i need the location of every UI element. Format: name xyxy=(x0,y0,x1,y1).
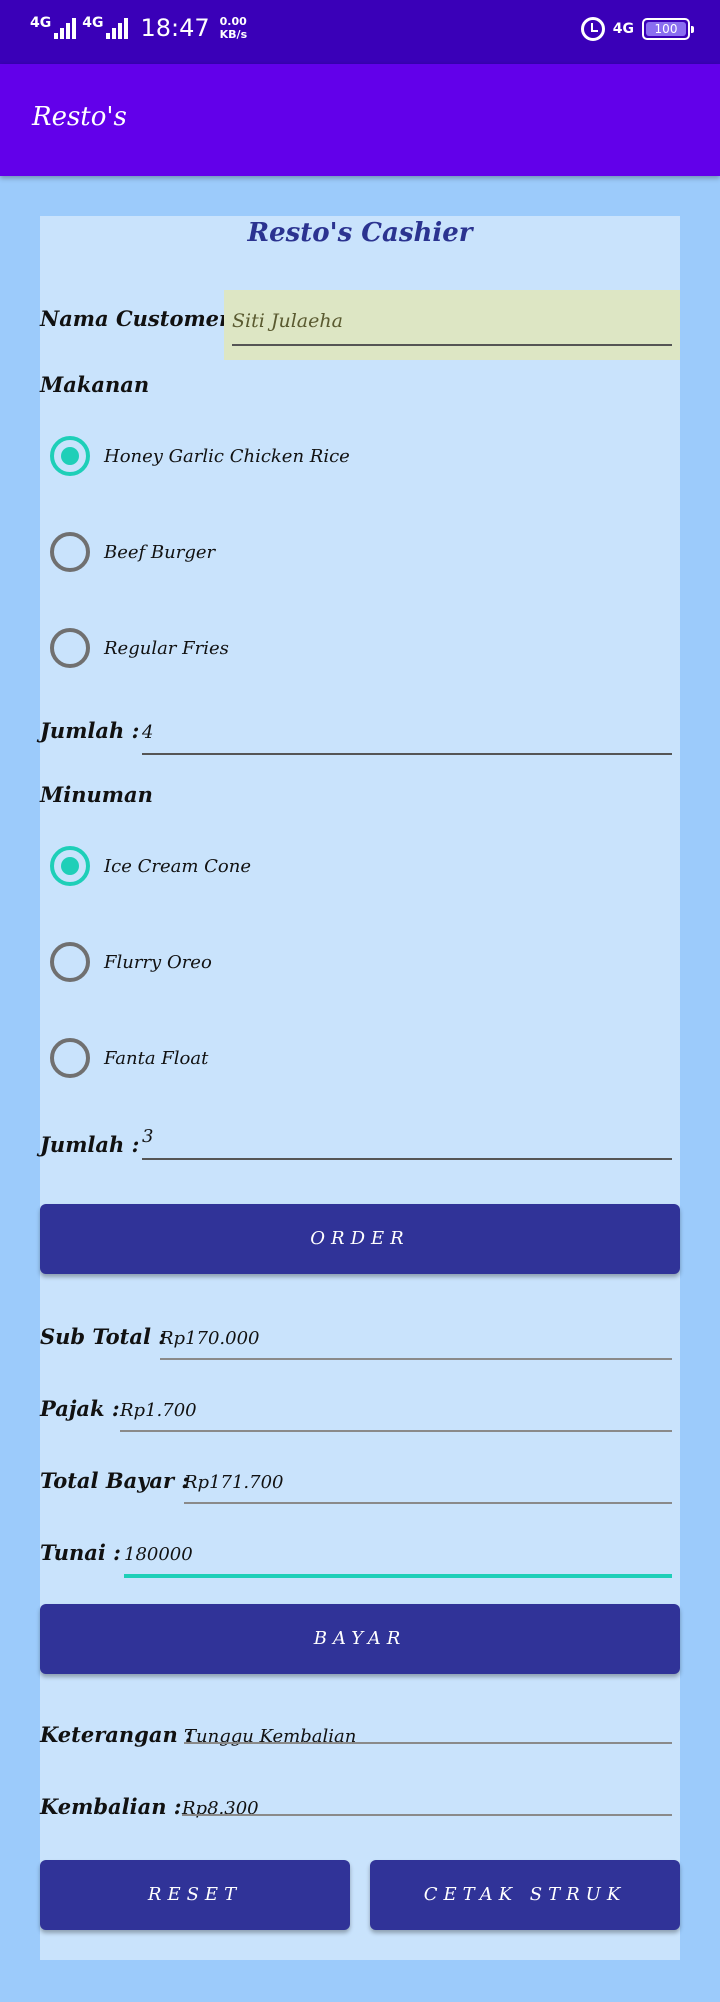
signal-2: 4G xyxy=(82,15,129,39)
radio-unchecked-icon[interactable] xyxy=(50,628,90,668)
radio-label: Regular Fries xyxy=(104,637,229,659)
jumlah-minuman-value[interactable]: 3 xyxy=(142,1126,153,1147)
radio-makanan-1[interactable]: Beef Burger xyxy=(50,530,650,574)
radio-makanan-0[interactable]: Honey Garlic Chicken Rice xyxy=(50,434,650,478)
radio-minuman-1[interactable]: Flurry Oreo xyxy=(50,940,650,984)
total-bayar-underline xyxy=(184,1502,672,1504)
cetak-struk-button[interactable]: CETAK STRUK xyxy=(370,1860,680,1930)
pajak-value[interactable]: Rp1.700 xyxy=(120,1400,197,1421)
network-type-1: 4G xyxy=(30,15,52,31)
jumlah-makanan-label: Jumlah : xyxy=(40,718,140,743)
battery-level: 100 xyxy=(646,22,686,36)
keterangan-label: Keterangan : xyxy=(40,1722,193,1747)
radio-minuman-2[interactable]: Fanta Float xyxy=(50,1036,650,1080)
customer-input-underline xyxy=(232,344,672,346)
speed-unit: KB/s xyxy=(219,28,248,41)
total-bayar-label: Total Bayar : xyxy=(40,1468,190,1493)
tunai-label: Tunai : xyxy=(40,1540,121,1565)
radio-label: Fanta Float xyxy=(104,1047,209,1069)
battery-icon: 100 xyxy=(642,18,694,40)
signal-bars-icon xyxy=(54,17,77,39)
pajak-underline xyxy=(120,1430,672,1432)
tunai-underline xyxy=(124,1574,672,1578)
network-type-right: 4G xyxy=(612,21,634,37)
makanan-label: Makanan xyxy=(40,372,150,397)
radio-unchecked-icon[interactable] xyxy=(50,942,90,982)
customer-label: Nama Customer : xyxy=(40,306,246,331)
pajak-label: Pajak : xyxy=(40,1396,120,1421)
total-bayar-value[interactable]: Rp171.700 xyxy=(184,1472,284,1493)
status-left: 4G 4G 18:47 0.00 KB/s xyxy=(30,14,247,42)
radio-unchecked-icon[interactable] xyxy=(50,1038,90,1078)
subtotal-value[interactable]: Rp170.000 xyxy=(160,1328,260,1349)
network-type-2: 4G xyxy=(82,15,104,31)
radio-label: Beef Burger xyxy=(104,541,216,563)
form-heading: Resto's Cashier xyxy=(247,218,473,248)
kembalian-label: Kembalian : xyxy=(40,1794,182,1819)
status-bar: 4G 4G 18:47 0.00 KB/s 4G 100 xyxy=(0,0,720,64)
app-title: Resto's xyxy=(32,102,127,132)
tunai-input[interactable]: 180000 xyxy=(124,1544,193,1565)
speed-value: 0.00 xyxy=(219,15,247,28)
customer-name-input[interactable]: Siti Julaeha xyxy=(224,290,680,360)
network-speed: 0.00 KB/s xyxy=(220,15,247,41)
signal-bars-icon xyxy=(106,17,129,39)
bayar-button[interactable]: BAYAR xyxy=(40,1604,680,1674)
radio-minuman-0[interactable]: Ice Cream Cone xyxy=(50,844,650,888)
radio-checked-icon[interactable] xyxy=(50,436,90,476)
jumlah-makanan-underline xyxy=(142,753,672,755)
minuman-label: Minuman xyxy=(40,782,153,807)
radio-makanan-2[interactable]: Regular Fries xyxy=(50,626,650,670)
status-time: 18:47 xyxy=(140,14,210,42)
keterangan-underline xyxy=(184,1742,672,1744)
order-button[interactable]: ORDER xyxy=(40,1204,680,1274)
radio-label: Honey Garlic Chicken Rice xyxy=(104,445,350,467)
radio-label: Flurry Oreo xyxy=(104,951,212,973)
subtotal-underline xyxy=(160,1358,672,1360)
kembalian-underline xyxy=(182,1814,672,1816)
radio-checked-icon[interactable] xyxy=(50,846,90,886)
jumlah-minuman-label: Jumlah : xyxy=(40,1132,140,1157)
customer-name-value: Siti Julaeha xyxy=(232,310,343,332)
reset-button[interactable]: RESET xyxy=(40,1860,350,1930)
signal-1: 4G xyxy=(30,15,77,39)
radio-unchecked-icon[interactable] xyxy=(50,532,90,572)
app-bar: Resto's xyxy=(0,64,720,176)
radio-label: Ice Cream Cone xyxy=(104,855,251,877)
alarm-icon xyxy=(580,17,605,41)
status-right: 4G 100 xyxy=(580,17,694,41)
subtotal-label: Sub Total : xyxy=(40,1324,166,1349)
jumlah-minuman-underline xyxy=(142,1158,672,1160)
cashier-form: Resto's Cashier Nama Customer : Siti Jul… xyxy=(40,216,680,1960)
jumlah-makanan-value[interactable]: 4 xyxy=(142,722,153,743)
